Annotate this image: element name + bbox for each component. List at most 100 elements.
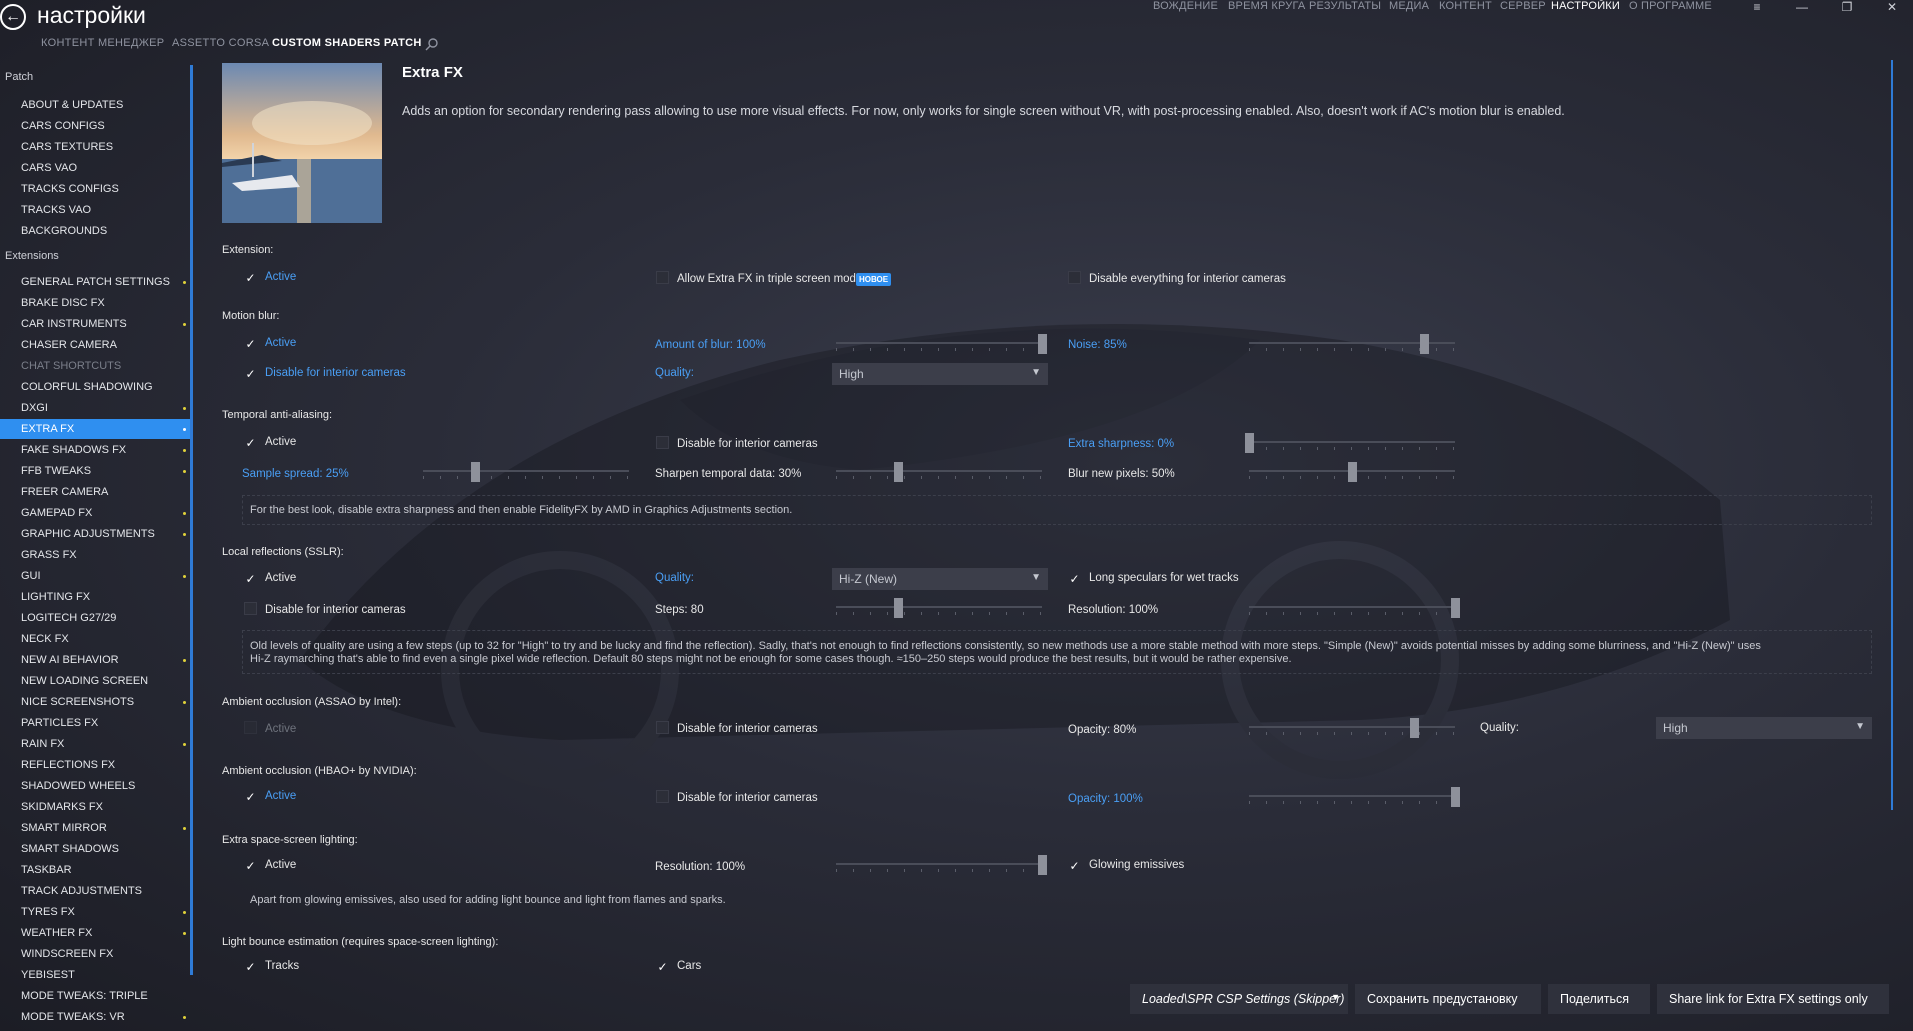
share-button[interactable]: Поделиться	[1548, 984, 1650, 1014]
slider-thumb[interactable]	[1420, 334, 1430, 354]
extra-sharpness-slider[interactable]	[1245, 433, 1455, 453]
topnav-results[interactable]: РЕЗУЛЬТАТЫ	[1309, 0, 1381, 12]
share-link-button[interactable]: Share link for Extra FX settings only	[1657, 984, 1889, 1014]
glowing-emissives-checkbox[interactable]: ✓ Glowing emissives	[1068, 859, 1184, 873]
topnav-settings[interactable]: НАСТРОЙКИ	[1551, 0, 1620, 12]
slider-thumb[interactable]	[1245, 433, 1254, 453]
save-preset-button[interactable]: Сохранить предустановку	[1355, 984, 1541, 1014]
sidebar-item-colorful-shadowing[interactable]: COLORFUL SHADOWING	[0, 377, 190, 397]
hbao-disable-interior-checkbox[interactable]: Disable for interior cameras	[656, 790, 818, 804]
slider-thumb[interactable]	[893, 462, 903, 482]
topnav-server[interactable]: СЕРВЕР	[1500, 0, 1546, 12]
ssl-resolution-slider[interactable]	[836, 855, 1047, 875]
sidebar-item-new-ai-behavior[interactable]: NEW AI BEHAVIOR	[0, 650, 190, 670]
back-button[interactable]: ←	[0, 4, 26, 30]
topnav-content[interactable]: КОНТЕНТ	[1439, 0, 1492, 12]
slider-thumb[interactable]	[1451, 598, 1460, 618]
sidebar-item-dxgi[interactable]: DXGI	[0, 398, 190, 418]
sidebar-item-graphic-adjustments[interactable]: GRAPHIC ADJUSTMENTS	[0, 524, 190, 544]
topnav-media[interactable]: МЕДИА	[1389, 0, 1429, 12]
motion-blur-disable-interior-checkbox[interactable]: ✓ Disable for interior cameras	[244, 367, 405, 381]
slider-thumb[interactable]	[1451, 787, 1460, 807]
close-icon[interactable]: ✕	[1880, 0, 1904, 14]
assao-disable-interior-checkbox[interactable]: Disable for interior cameras	[656, 721, 818, 735]
maximize-icon[interactable]: ❐	[1835, 0, 1859, 14]
assao-opacity-slider[interactable]	[1249, 718, 1455, 738]
sslr-resolution-slider[interactable]	[1249, 598, 1460, 618]
sidebar-item-grass-fx[interactable]: GRASS FX	[0, 545, 190, 565]
allow-triple-screen-checkbox[interactable]: Allow Extra FX in triple screen mod НОВОЕ	[656, 271, 892, 286]
assao-active-checkbox[interactable]: Active	[244, 721, 296, 735]
sidebar-item-new-loading-screen[interactable]: NEW LOADING SCREEN	[0, 671, 190, 691]
sidebar-item-tracks-configs[interactable]: TRACKS CONFIGS	[0, 179, 190, 199]
slider-thumb[interactable]	[470, 462, 480, 482]
sidebar-item-about-updates[interactable]: ABOUT & UPDATES	[0, 95, 190, 115]
ssl-active-checkbox[interactable]: ✓ Active	[244, 859, 296, 873]
slider-thumb[interactable]	[1409, 718, 1419, 738]
topnav-driving[interactable]: ВОЖДЕНИЕ	[1153, 0, 1218, 12]
subtab-assetto-corsa[interactable]: ASSETTO CORSA	[172, 37, 269, 49]
subtab-content-manager[interactable]: КОНТЕНТ МЕНЕДЖЕР	[41, 37, 164, 49]
sslr-active-checkbox[interactable]: ✓ Active	[244, 572, 296, 586]
sidebar-item-gui[interactable]: GUI	[0, 566, 190, 586]
sidebar-item-taskbar[interactable]: TASKBAR	[0, 860, 190, 880]
amount-of-blur-slider[interactable]	[836, 334, 1047, 354]
sidebar-item-nice-screenshots[interactable]: NICE SCREENSHOTS	[0, 692, 190, 712]
long-speculars-checkbox[interactable]: ✓ Long speculars for wet tracks	[1068, 572, 1238, 586]
sidebar-item-reflections-fx[interactable]: REFLECTIONS FX	[0, 755, 190, 775]
blur-new-pixels-slider[interactable]	[1249, 462, 1455, 482]
sidebar-item-brake-disc-fx[interactable]: BRAKE DISC FX	[0, 293, 190, 313]
content-scrollbar[interactable]	[1891, 60, 1893, 810]
sidebar-item-cars-configs[interactable]: CARS CONFIGS	[0, 116, 190, 136]
sample-spread-slider[interactable]	[423, 462, 629, 482]
hbao-opacity-slider[interactable]	[1249, 787, 1460, 807]
search-icon[interactable]	[425, 37, 439, 51]
sidebar-item-logitech-g27-29[interactable]: LOGITECH G27/29	[0, 608, 190, 628]
subtab-custom-shaders-patch[interactable]: CUSTOM SHADERS PATCH	[272, 37, 422, 49]
hbao-active-checkbox[interactable]: ✓ Active	[244, 790, 296, 804]
sidebar-item-skidmarks-fx[interactable]: SKIDMARKS FX	[0, 797, 190, 817]
sidebar-item-fake-shadows-fx[interactable]: FAKE SHADOWS FX	[0, 440, 190, 460]
preset-selector[interactable]: Loaded\SPR CSP Settings (Skipper) ▼	[1130, 984, 1348, 1014]
assao-quality-dropdown[interactable]: High ▼	[1656, 717, 1872, 739]
taa-disable-interior-checkbox[interactable]: Disable for interior cameras	[656, 436, 818, 450]
sidebar-item-track-adjustments[interactable]: TRACK ADJUSTMENTS	[0, 881, 190, 901]
sidebar-item-tracks-vao[interactable]: TRACKS VAO	[0, 200, 190, 220]
sidebar-scrollbar[interactable]	[190, 65, 193, 975]
sharpen-temporal-slider[interactable]	[836, 462, 1042, 482]
motion-blur-quality-dropdown[interactable]: High ▼	[832, 363, 1048, 385]
sidebar-item-weather-fx[interactable]: WEATHER FX	[0, 923, 190, 943]
sidebar-item-mode-tweaks-vr[interactable]: MODE TWEAKS: VR	[0, 1007, 190, 1027]
slider-thumb[interactable]	[1038, 855, 1047, 875]
cars-checkbox[interactable]: ✓ Cars	[656, 960, 701, 970]
sidebar-item-chaser-camera[interactable]: CHASER CAMERA	[0, 335, 190, 355]
sidebar-item-shadowed-wheels[interactable]: SHADOWED WHEELS	[0, 776, 190, 796]
sidebar-item-freer-camera[interactable]: FREER CAMERA	[0, 482, 190, 502]
sslr-steps-slider[interactable]	[836, 598, 1042, 618]
sslr-disable-interior-checkbox[interactable]: Disable for interior cameras	[244, 602, 406, 616]
slider-thumb[interactable]	[893, 598, 903, 618]
noise-slider[interactable]	[1249, 334, 1455, 354]
sidebar-item-particles-fx[interactable]: PARTICLES FX	[0, 713, 190, 733]
disable-interior-checkbox[interactable]: Disable everything for interior cameras	[1068, 271, 1286, 285]
sidebar-item-lighting-fx[interactable]: LIGHTING FX	[0, 587, 190, 607]
sidebar-item-cars-vao[interactable]: CARS VAO	[0, 158, 190, 178]
menu-icon[interactable]: ≡	[1745, 0, 1769, 14]
sidebar-item-windscreen-fx[interactable]: WINDSCREEN FX	[0, 944, 190, 964]
sidebar-item-car-instruments[interactable]: CAR INSTRUMENTS	[0, 314, 190, 334]
sidebar-item-chat-shortcuts[interactable]: CHAT SHORTCUTS	[0, 356, 190, 376]
taa-active-checkbox[interactable]: ✓ Active	[244, 436, 296, 450]
sidebar-item-tyres-fx[interactable]: TYRES FX	[0, 902, 190, 922]
sidebar-item-backgrounds[interactable]: BACKGROUNDS	[0, 221, 190, 241]
tracks-checkbox[interactable]: ✓ Tracks	[244, 960, 299, 970]
sidebar-item-smart-shadows[interactable]: SMART SHADOWS	[0, 839, 190, 859]
sidebar-item-yebisest[interactable]: YEBISEST	[0, 965, 190, 985]
sidebar-item-general-patch-settings[interactable]: GENERAL PATCH SETTINGS	[0, 272, 190, 292]
topnav-about[interactable]: О ПРОГРАММЕ	[1629, 0, 1712, 12]
slider-thumb[interactable]	[1038, 334, 1047, 354]
sslr-quality-dropdown[interactable]: Hi-Z (New) ▼	[832, 568, 1048, 590]
motion-blur-active-checkbox[interactable]: ✓ Active	[244, 337, 296, 351]
sidebar-item-neck-fx[interactable]: NECK FX	[0, 629, 190, 649]
topnav-lap-times[interactable]: ВРЕМЯ КРУГА	[1228, 0, 1305, 12]
minimize-icon[interactable]: —	[1790, 0, 1814, 14]
